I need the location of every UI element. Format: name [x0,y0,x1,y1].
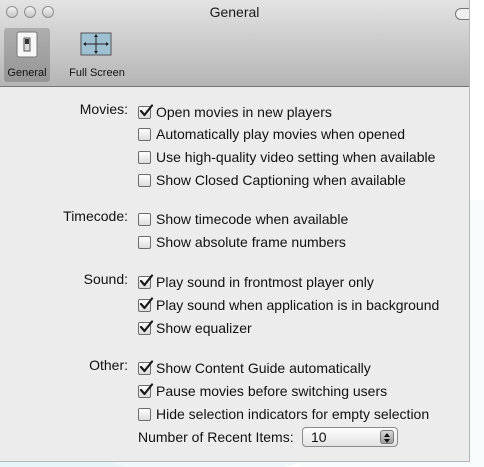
movies-label: Movies: [79,101,128,117]
toolbar-toggle-button[interactable] [455,8,469,20]
checkmark-icon [139,319,154,332]
title-bar: General General Full Screen [0,0,469,87]
checkbox-sound-background[interactable]: Play sound when application is in backgr… [138,296,439,314]
full-screen-icon [80,32,112,56]
checkbox[interactable] [138,382,154,398]
checkbox[interactable] [138,103,154,119]
preferences-window: General General Full Screen Movies: Open… [0,0,470,462]
checkbox[interactable] [138,273,154,289]
checkbox-sound-frontmost[interactable]: Play sound in frontmost player only [138,273,374,291]
checkbox-label: Show Closed Captioning when available [156,172,406,188]
recent-items-value: 10 [311,429,327,445]
checkbox[interactable] [138,407,151,421]
checkbox-label: Show absolute frame numbers [156,234,346,250]
checkbox-label: Open movies in new players [156,104,332,120]
checkbox-label: Show Content Guide automatically [156,360,371,376]
checkbox-label: Hide selection indicators for empty sele… [156,406,430,422]
checkbox-show-equalizer[interactable]: Show equalizer [138,319,252,337]
checkbox[interactable] [138,359,154,375]
general-pane: Movies: Open movies in new players Autom… [0,87,469,461]
checkbox-closed-captioning[interactable]: Show Closed Captioning when available [138,171,406,189]
checkbox[interactable] [138,212,151,226]
toolbar-item-label: Full Screen [69,67,125,79]
checkbox[interactable] [138,150,151,164]
recent-items-label: Number of Recent Items: [138,429,294,445]
checkbox-label: Pause movies before switching users [156,383,388,399]
checkbox[interactable] [138,173,151,187]
checkbox-content-guide[interactable]: Show Content Guide automatically [138,359,371,377]
switch-icon [16,31,38,58]
checkbox[interactable] [138,127,151,141]
checkmark-icon [139,103,154,116]
checkmark-icon [139,273,154,286]
checkmark-icon [139,359,154,372]
toolbar-item-full-screen[interactable]: Full Screen [54,28,140,82]
window-title: General [209,4,260,20]
checkbox-hide-selection-indicators[interactable]: Hide selection indicators for empty sele… [138,405,429,423]
sound-label: Sound: [83,271,128,287]
recent-items-popup[interactable]: 10 [302,427,398,447]
toolbar-item-label: General [7,67,47,79]
checkbox[interactable] [138,319,154,335]
checkbox-label: Automatically play movies when opened [156,126,406,142]
checkbox-label: Play sound when application is in backgr… [156,297,440,313]
checkmark-icon [139,296,154,309]
timecode-label: Timecode: [63,208,128,224]
checkbox-show-timecode[interactable]: Show timecode when available [138,210,348,228]
checkbox-absolute-frame-numbers[interactable]: Show absolute frame numbers [138,233,346,251]
checkbox-label: Use high-quality video setting when avai… [156,149,436,165]
checkbox[interactable] [138,235,151,249]
checkbox-high-quality-video[interactable]: Use high-quality video setting when avai… [138,148,435,166]
other-label: Other: [89,357,128,373]
checkbox-label: Play sound in frontmost player only [156,274,374,290]
checkbox-open-movies-new-players[interactable]: Open movies in new players [138,103,332,121]
checkbox-pause-switching-users[interactable]: Pause movies before switching users [138,382,387,400]
checkbox[interactable] [138,296,154,312]
toolbar-item-general[interactable]: General [4,28,50,82]
checkmark-icon [139,382,154,395]
checkbox-label: Show timecode when available [156,211,349,227]
checkbox-label: Show equalizer [156,320,252,336]
up-down-arrows-icon [380,430,394,444]
checkbox-auto-play-movies[interactable]: Automatically play movies when opened [138,125,405,143]
